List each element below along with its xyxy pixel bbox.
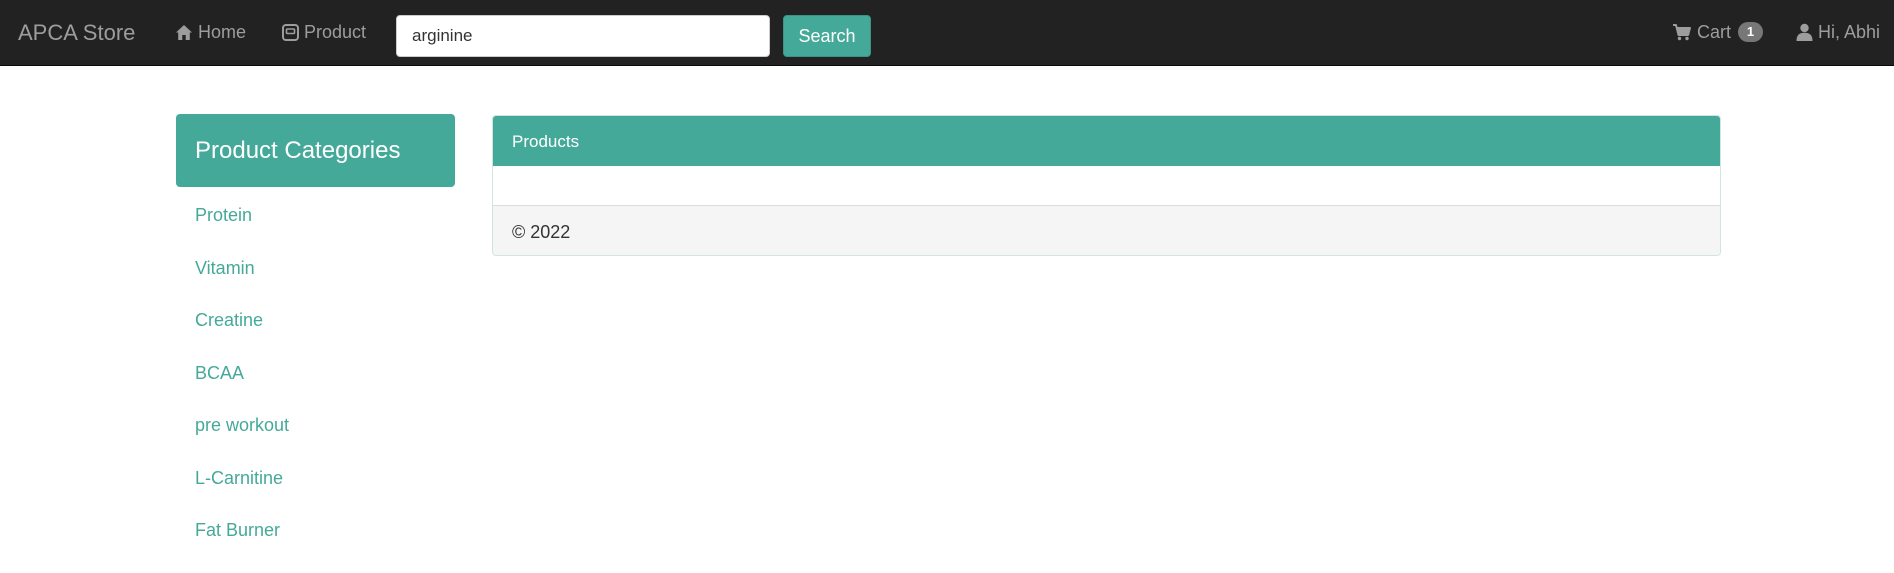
nav-home-label: Home	[198, 22, 247, 42]
category-title: Product Categories	[195, 137, 401, 164]
nav-home-link[interactable]: Home	[175, 20, 246, 44]
brand-link[interactable]: APCA Store	[18, 19, 135, 47]
nav-product-label: Product	[304, 22, 367, 42]
category-item-bcaa[interactable]: BCAA	[195, 361, 244, 385]
nav-product-link[interactable]: Product	[282, 20, 366, 44]
top-navbar: APCA Store Home Product Search Cart 1 Hi…	[0, 0, 1894, 66]
cart-link[interactable]: Cart 1	[1672, 20, 1764, 44]
cart-label: Cart	[1697, 22, 1732, 42]
user-menu-link[interactable]: Hi, Abhi	[1796, 20, 1880, 44]
category-item-protein[interactable]: Protein	[195, 203, 252, 227]
copyright-text: © 2022	[512, 222, 571, 242]
product-icon	[282, 23, 299, 41]
category-header: Product Categories	[176, 114, 455, 187]
category-item-vitamin[interactable]: Vitamin	[195, 256, 255, 280]
category-item-l-carnitine[interactable]: L-Carnitine	[195, 466, 283, 490]
category-item-creatine[interactable]: Creatine	[195, 308, 263, 332]
products-panel-footer: © 2022	[493, 205, 1720, 255]
category-item-pre-workout[interactable]: pre workout	[195, 413, 289, 437]
search-input[interactable]	[396, 15, 770, 57]
category-item-fat-burner[interactable]: Fat Burner	[195, 518, 280, 542]
user-icon	[1796, 23, 1813, 41]
search-button[interactable]: Search	[783, 15, 871, 57]
products-panel-title: Products	[512, 132, 580, 151]
cart-icon	[1673, 24, 1691, 41]
products-panel: Products © 2022	[492, 115, 1721, 256]
products-panel-body	[493, 166, 1720, 205]
products-panel-heading: Products	[493, 116, 1720, 166]
home-icon	[176, 24, 192, 40]
cart-count-badge: 1	[1738, 22, 1764, 42]
user-greeting: Hi, Abhi	[1818, 22, 1881, 42]
